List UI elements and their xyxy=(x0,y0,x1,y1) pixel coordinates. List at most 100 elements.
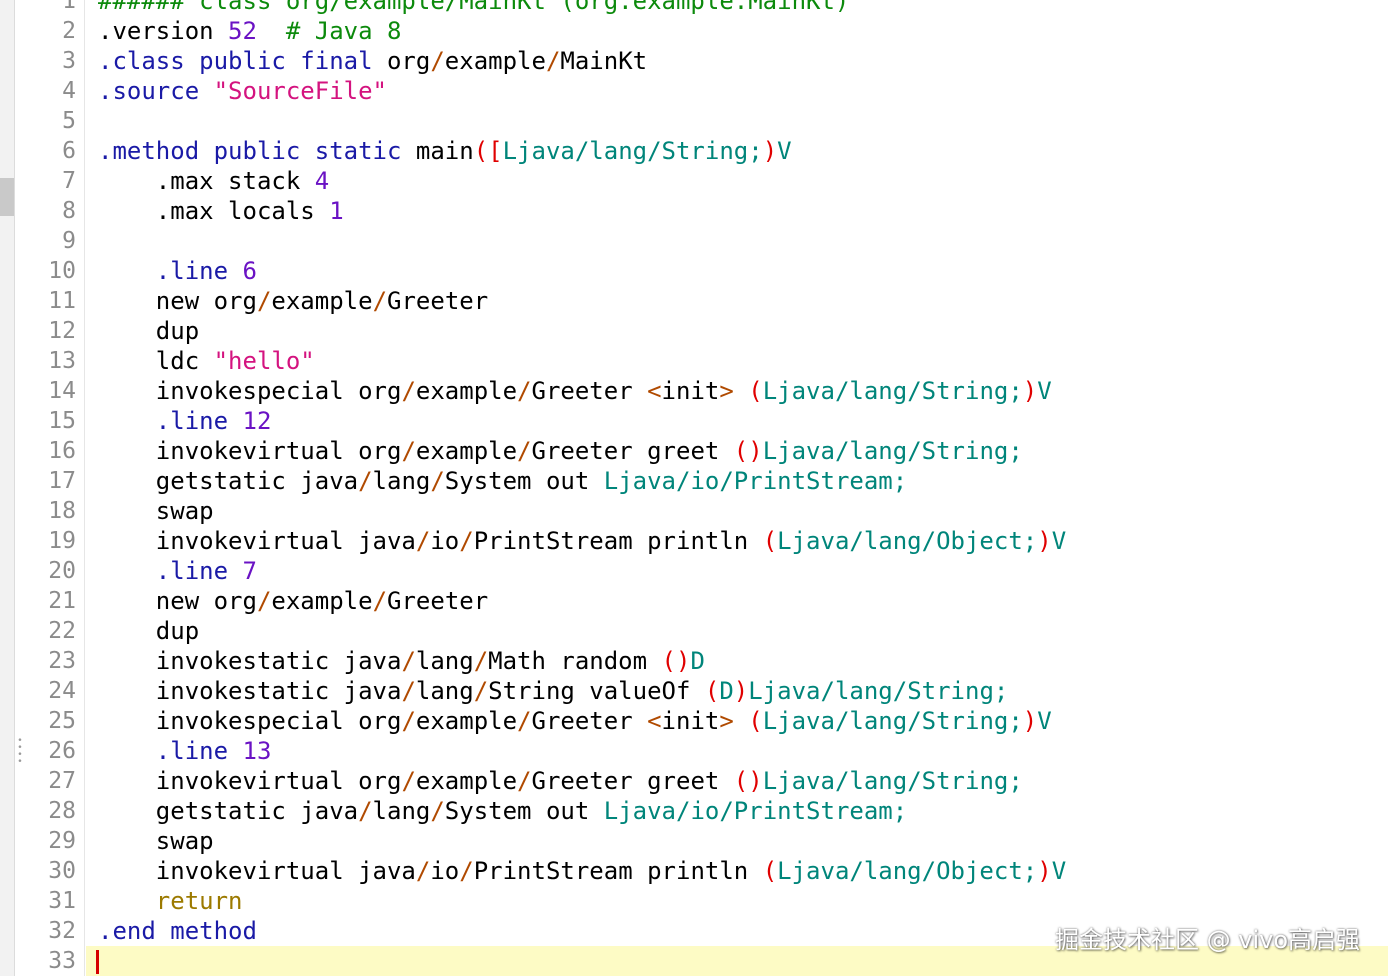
line-number: 23 xyxy=(48,648,76,674)
code-token: invokevirtual java xyxy=(98,527,416,555)
code-line[interactable]: getstatic java/lang/System out Ljava/io/… xyxy=(86,796,1388,826)
watermark-text: 掘金技术社区 @ vivo高启强 xyxy=(1054,926,1360,954)
code-token: Ljava/lang/String; xyxy=(762,437,1023,465)
code-line[interactable]: ###### class org/example/MainKt (org.exa… xyxy=(86,0,1388,16)
code-line[interactable]: .source "SourceFile" xyxy=(86,76,1388,106)
code-token: ( xyxy=(762,857,778,885)
drag-handle-icon[interactable]: • • • • xyxy=(17,737,23,768)
vertical-scrollbar[interactable] xyxy=(0,0,15,976)
code-token: invokevirtual org xyxy=(98,767,402,795)
code-token: / xyxy=(401,767,416,795)
code-line[interactable]: getstatic java/lang/System out Ljava/io/… xyxy=(86,466,1388,496)
code-line[interactable]: invokevirtual org/example/Greeter greet … xyxy=(86,436,1388,466)
code-token: ( xyxy=(748,377,763,405)
code-line[interactable]: .method public static main([Ljava/lang/S… xyxy=(86,136,1388,166)
code-token: io xyxy=(430,857,460,885)
code-line[interactable]: invokevirtual java/io/PrintStream printl… xyxy=(86,526,1388,556)
code-token: / xyxy=(358,467,373,495)
code-editor[interactable]: ###### class org/example/MainKt (org.exa… xyxy=(86,0,1388,976)
code-token: < xyxy=(647,707,662,735)
code-token: swap xyxy=(98,497,214,525)
line-number: 16 xyxy=(48,438,76,464)
code-token: .max stack xyxy=(98,167,315,195)
code-token: V xyxy=(1037,707,1052,735)
code-token: / xyxy=(401,647,416,675)
line-number: 27 xyxy=(48,768,76,794)
code-line[interactable]: .version 52 # Java 8 xyxy=(86,16,1388,46)
code-line[interactable]: dup xyxy=(86,316,1388,346)
code-line[interactable]: invokespecial org/example/Greeter <init>… xyxy=(86,706,1388,736)
code-token: Ljava/lang/String; xyxy=(762,767,1023,795)
code-token: / xyxy=(415,857,431,885)
code-token: Greeter xyxy=(387,287,489,315)
line-number: 6 xyxy=(62,138,76,164)
code-token: > xyxy=(719,707,734,735)
code-token: dup xyxy=(98,317,200,345)
line-number: 14 xyxy=(48,378,76,404)
code-line[interactable]: return xyxy=(86,886,1388,916)
code-token: example xyxy=(415,707,518,735)
line-number: 28 xyxy=(48,798,76,824)
code-line[interactable]: .line 6 xyxy=(86,256,1388,286)
code-line[interactable]: invokespecial org/example/Greeter <init>… xyxy=(86,376,1388,406)
code-token: / xyxy=(256,587,272,615)
line-number: 33 xyxy=(48,948,76,974)
code-line[interactable]: .class public final org/example/MainKt xyxy=(86,46,1388,76)
code-token: new org xyxy=(98,587,257,615)
code-line[interactable]: .line 7 xyxy=(86,556,1388,586)
code-token: Greeter xyxy=(387,587,489,615)
code-token: / xyxy=(473,677,489,705)
code-token: Greeter greet xyxy=(531,437,734,465)
code-token: / xyxy=(372,287,388,315)
code-token: 6 xyxy=(242,257,257,285)
code-line[interactable]: new org/example/Greeter xyxy=(86,586,1388,616)
code-token: 1 xyxy=(329,197,344,225)
code-line[interactable]: invokevirtual org/example/Greeter greet … xyxy=(86,766,1388,796)
code-token: .version xyxy=(98,17,229,45)
line-number: 22 xyxy=(48,618,76,644)
code-token: Ljava/lang/String; xyxy=(762,377,1023,405)
code-line[interactable]: dup xyxy=(86,616,1388,646)
code-token: PrintStream println xyxy=(473,857,763,885)
code-token: Greeter xyxy=(531,377,648,405)
code-line[interactable]: ldc "hello" xyxy=(86,346,1388,376)
code-token: ) xyxy=(1037,857,1052,885)
code-token: / xyxy=(517,377,532,405)
code-line[interactable]: invokestatic java/lang/Math random ()D xyxy=(86,646,1388,676)
code-line[interactable] xyxy=(86,226,1388,256)
code-token: io xyxy=(430,527,460,555)
line-number-gutter: 1 2 3 4 5 6 7 8 9 10 11 12 13 14 15 16 17 18 19 20 21 22 23 24 2… xyxy=(26,0,85,976)
code-line[interactable]: invokevirtual java/io/PrintStream printl… xyxy=(86,856,1388,886)
code-line[interactable]: .max stack 4 xyxy=(86,166,1388,196)
code-line[interactable]: swap xyxy=(86,826,1388,856)
code-token: / xyxy=(358,797,373,825)
code-token: invokespecial org xyxy=(98,707,402,735)
code-token: 12 xyxy=(242,407,272,435)
code-token: / xyxy=(459,527,474,555)
line-number: 13 xyxy=(48,348,76,374)
scrollbar-thumb[interactable] xyxy=(0,178,14,216)
code-token: invokestatic java xyxy=(98,677,402,705)
code-line[interactable]: swap xyxy=(86,496,1388,526)
code-token: / xyxy=(459,857,474,885)
code-line[interactable]: .max locals 1 xyxy=(86,196,1388,226)
code-token: / xyxy=(430,467,445,495)
code-token: / xyxy=(473,647,489,675)
code-token: / xyxy=(401,707,416,735)
line-number: 30 xyxy=(48,858,76,884)
line-number: 17 xyxy=(48,468,76,494)
code-token: example xyxy=(415,767,518,795)
code-token: init xyxy=(661,377,720,405)
code-line[interactable] xyxy=(86,106,1388,136)
code-line[interactable]: .line 13 xyxy=(86,736,1388,766)
code-line[interactable]: new org/example/Greeter xyxy=(86,286,1388,316)
code-token: .line xyxy=(155,557,243,585)
code-line[interactable]: .line 12 xyxy=(86,406,1388,436)
code-token: getstatic java xyxy=(98,797,359,825)
code-token: > xyxy=(719,377,734,405)
code-line[interactable]: invokestatic java/lang/String valueOf (D… xyxy=(86,676,1388,706)
